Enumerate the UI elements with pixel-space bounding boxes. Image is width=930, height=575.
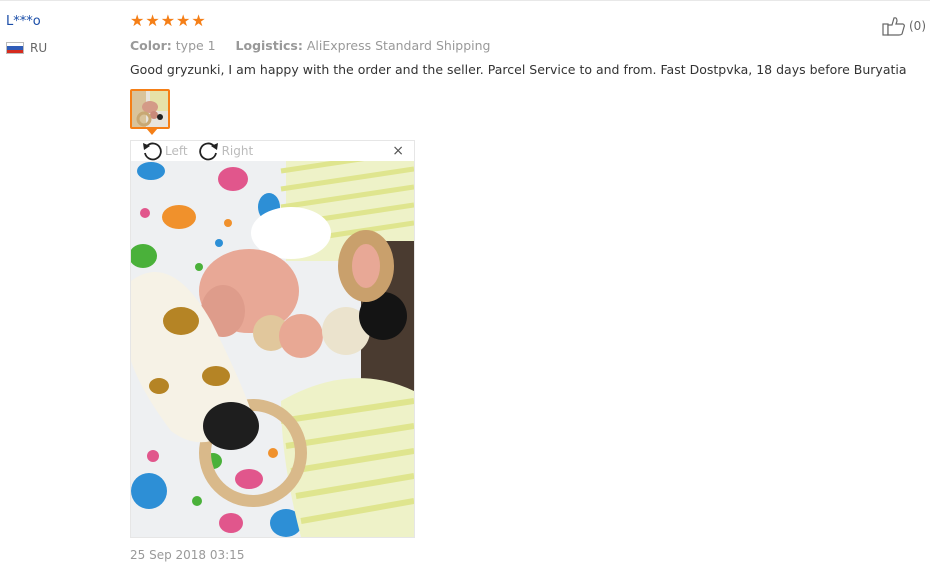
photo-thumbnail[interactable] (130, 89, 170, 129)
star-icon: ★ (176, 11, 191, 30)
star-icon: ★ (160, 11, 176, 30)
star-rating: ★ ★ ★ ★ ★ (130, 12, 206, 30)
thumbs-up-icon (882, 17, 905, 36)
star-icon: ★ (130, 11, 145, 30)
rotate-left-label: Left (165, 144, 188, 158)
logistics-label: Logistics: (235, 38, 303, 53)
reviewer-country: RU (6, 41, 47, 55)
rotate-left-icon (143, 142, 162, 161)
review-date: 25 Sep 2018 03:15 (130, 548, 245, 562)
rotate-right-button[interactable]: Right (198, 141, 254, 161)
rotate-right-icon (198, 142, 218, 161)
star-icon: ★ (145, 11, 160, 30)
review-text: Good gryzunki, I am happy with the order… (130, 62, 907, 77)
rotate-left-button[interactable]: Left (141, 141, 188, 161)
like-count: (0) (909, 19, 926, 33)
color-value: type 1 (175, 38, 216, 53)
star-icon: ★ (191, 11, 206, 30)
review-photo (131, 161, 414, 537)
russia-flag-icon (6, 42, 24, 54)
logistics-value: AliExpress Standard Shipping (306, 38, 491, 53)
country-code: RU (30, 41, 48, 55)
close-icon[interactable]: × (392, 143, 404, 159)
divider (0, 0, 930, 1)
helpful-vote[interactable]: (0) (882, 16, 926, 36)
order-meta: Color: type 1 Logistics: AliExpress Stan… (130, 38, 491, 53)
color-label: Color: (130, 38, 172, 53)
rotate-right-label: Right (221, 144, 254, 158)
reviewer-name[interactable]: L***o (6, 14, 41, 29)
viewer-toolbar: Left Right × (131, 141, 414, 161)
photo-viewer: Left Right × (130, 140, 415, 538)
thumbnail-pointer (146, 128, 158, 135)
